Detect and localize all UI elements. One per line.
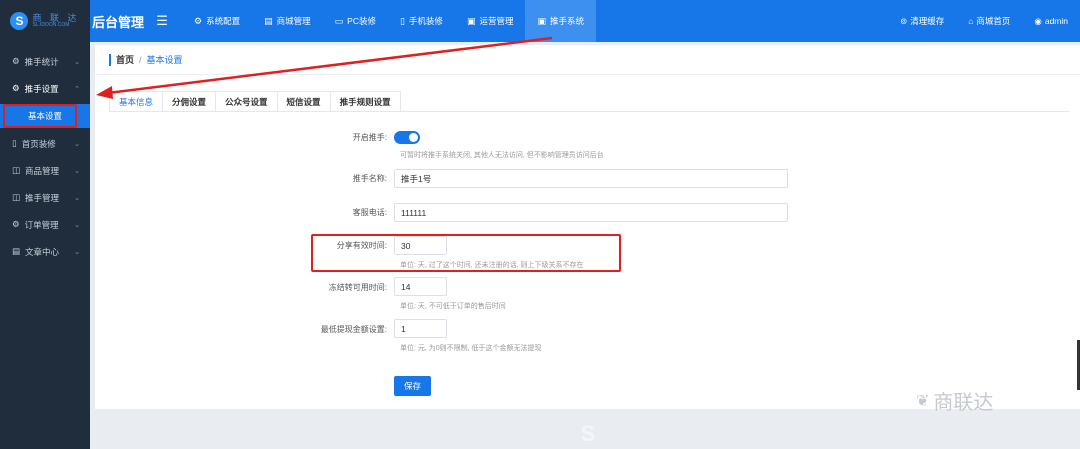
chevron-up-icon: ⌃ — [74, 85, 80, 93]
home-icon: ⌂ — [968, 16, 974, 26]
sidebar-item-promoter-stats[interactable]: ⚙ 推手统计 ⌄ — [0, 48, 90, 75]
sidebar-item-promoter-management[interactable]: ◫ 推手管理 ⌄ — [0, 184, 90, 211]
gear-icon: ⚙ — [12, 56, 20, 66]
highlight-annotation-share-time — [311, 234, 621, 272]
phone-icon: ▯ — [399, 15, 405, 26]
top-navbar: S 商 联 达 SL.IDOON.COM 后台管理 ☰ ⚙ 系统配置 ▤ 商城管理 … — [0, 0, 1080, 42]
chevron-down-icon: ⌄ — [74, 248, 80, 256]
highlight-annotation-submenu — [3, 104, 77, 128]
store-icon: ▤ — [264, 15, 273, 26]
logo[interactable]: S 商 联 达 SL.IDOON.COM — [0, 0, 90, 42]
save-button[interactable]: 保存 — [394, 376, 431, 396]
nav-system-config[interactable]: ⚙ 系统配置 — [182, 0, 252, 42]
min-withdraw-input[interactable]: 1 — [394, 319, 447, 338]
logo-mark-icon: S — [10, 12, 29, 30]
tab-basic-info[interactable]: 基本信息 — [109, 91, 164, 111]
user-icon: ◉ — [1034, 15, 1042, 26]
sidebar-item-order-management[interactable]: ⚙ 订单管理 ⌄ — [0, 211, 90, 238]
sidebar-item-product-management[interactable]: ◫ 商品管理 ⌄ — [0, 157, 90, 184]
chevron-down-icon: ⌄ — [74, 140, 80, 148]
breadcrumb-home[interactable]: 首页 — [116, 53, 134, 66]
nav-pc-decoration[interactable]: ▭ PC装修 — [323, 0, 388, 42]
breadcrumb-separator: / — [139, 54, 142, 65]
watermark-text: 商联达 — [933, 392, 994, 414]
nav-operation-management[interactable]: ▣ 运营管理 — [455, 0, 526, 42]
breadcrumb-current: 基本设置 — [146, 55, 183, 65]
settings-tabs: 基本信息 分佣设置 公众号设置 短信设置 推手规则设置 — [109, 91, 1069, 112]
chevron-down-icon: ⌄ — [74, 194, 80, 202]
refresh-icon: ⊚ — [900, 15, 908, 26]
freeze-time-input[interactable]: 14 — [394, 277, 447, 296]
nav-mall-management[interactable]: ▤ 商城管理 — [252, 0, 323, 42]
tab-sms-settings[interactable]: 短信设置 — [276, 91, 331, 111]
tab-official-account-settings[interactable]: 公众号设置 — [215, 91, 278, 111]
chevron-down-icon: ⌄ — [74, 58, 80, 66]
promoter-name-input[interactable]: 推手1号 — [394, 169, 788, 188]
top-nav: ⚙ 系统配置 ▤ 商城管理 ▭ PC装修 ▯ 手机装修 ▣ 运营管理 ▣ 推手系统 — [182, 0, 596, 42]
enable-promoter-hint: 可暂时将推手系统关闭, 其他人无法访问, 但不影响管理员访问后台 — [400, 152, 604, 159]
clear-cache-button[interactable]: ⊚ 清理缓存 — [888, 15, 956, 27]
gear-icon: ⚙ — [12, 83, 20, 93]
enable-promoter-toggle[interactable] — [394, 131, 420, 144]
sidebar-item-promoter-settings[interactable]: ⚙ 推手设置 ⌃ — [0, 75, 90, 102]
app-title: 后台管理 — [92, 15, 145, 31]
monitor-icon: ▭ — [334, 15, 344, 26]
watermark: ❦ 商联达 — [916, 386, 993, 415]
chart-icon: ▣ — [466, 15, 476, 26]
min-withdraw-hint: 单位: 元, 为0则不限制, 低于这个金额无法提现 — [400, 345, 542, 352]
chevron-down-icon: ⌄ — [74, 221, 80, 229]
mall-home-link[interactable]: ⌂ 商城首页 — [956, 15, 1022, 27]
breadcrumb: 首页 / 基本设置 — [95, 45, 1080, 75]
service-phone-label: 客服电话: — [352, 208, 387, 217]
min-withdraw-label: 最低提现金额设置: — [320, 325, 387, 334]
phone-icon: ▯ — [12, 138, 17, 148]
user-menu[interactable]: ◉ admin — [1022, 16, 1080, 27]
sidebar-item-home-decoration[interactable]: ▯ 首页装修 ⌄ — [0, 130, 90, 157]
tab-commission-settings[interactable]: 分佣设置 — [162, 91, 217, 111]
enable-promoter-label: 开启推手: — [352, 133, 387, 142]
bag-icon: ◫ — [12, 165, 21, 175]
freeze-time-label: 冻结转可用时间: — [328, 283, 387, 292]
logo-domain: SL.IDOON.COM — [32, 22, 70, 28]
nav-mobile-decoration[interactable]: ▯ 手机装修 — [388, 0, 455, 42]
main-content: 首页 / 基本设置 基本信息 分佣设置 公众号设置 短信设置 推手规则设置 开启… — [95, 45, 1080, 409]
tab-promoter-rules[interactable]: 推手规则设置 — [329, 91, 401, 111]
bag-icon: ◫ — [12, 192, 21, 202]
freeze-time-hint: 单位: 天, 不可低于订单的售后时间 — [400, 303, 506, 310]
menu-toggle-icon[interactable]: ☰ — [152, 13, 172, 29]
promoter-name-label: 推手名称: — [352, 174, 387, 183]
wechat-icon: ❦ — [916, 392, 930, 410]
footer-logo-icon: S — [580, 421, 596, 446]
promoter-icon: ▣ — [537, 15, 546, 26]
gear-icon: ⚙ — [12, 219, 20, 229]
service-phone-input[interactable]: 111111 — [394, 203, 788, 222]
nav-promoter-system[interactable]: ▣ 推手系统 — [525, 0, 596, 42]
sidebar-item-article-center[interactable]: ▤ 文章中心 ⌄ — [0, 238, 90, 265]
settings-icon: ⚙ — [194, 15, 203, 26]
chevron-down-icon: ⌄ — [74, 167, 80, 175]
document-icon: ▤ — [12, 246, 21, 256]
